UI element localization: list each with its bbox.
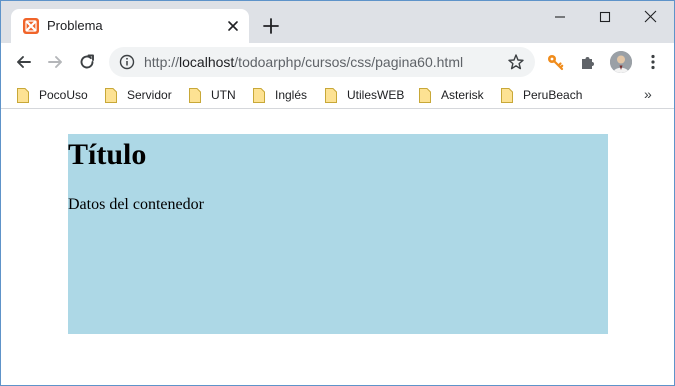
page-viewport: Título Datos del contenedor	[1, 110, 674, 385]
content-container: Título Datos del contenedor	[68, 134, 608, 334]
bookmark-star-icon[interactable]	[507, 53, 525, 71]
bookmark-pocouso[interactable]: PocoUso	[17, 87, 88, 103]
url-prefix: http://	[144, 54, 180, 70]
bookmarks-overflow-icon[interactable]: »	[644, 86, 652, 102]
bookmark-label: Inglés	[275, 88, 308, 102]
folder-icon	[105, 87, 117, 103]
folder-icon	[501, 87, 513, 103]
bookmark-label: UTN	[211, 88, 236, 102]
bookmark-servidor[interactable]: Servidor	[105, 87, 172, 103]
folder-icon	[189, 87, 201, 103]
bookmark-ingles[interactable]: Inglés	[253, 87, 307, 103]
forward-arrow-icon[interactable]	[45, 52, 65, 72]
key-extension-icon[interactable]	[546, 53, 564, 71]
folder-icon	[253, 87, 265, 103]
extensions-puzzle-icon[interactable]	[579, 53, 597, 71]
tab-close-icon[interactable]	[225, 18, 241, 34]
bookmark-utilesweb[interactable]: UtilesWEB	[325, 87, 404, 103]
folder-icon	[17, 87, 29, 103]
new-tab-icon[interactable]	[261, 16, 281, 36]
bookmark-label: Servidor	[127, 88, 172, 102]
bookmark-utn[interactable]: UTN	[189, 87, 236, 103]
url-host: localhost	[179, 54, 235, 70]
bookmarks-bar: PocoUso Servidor UTN Inglés UtilesWEB As…	[1, 81, 674, 109]
url-path: /todoarphp/cursos/css/pagina60.html	[234, 54, 464, 70]
browser-titlebar: Problema	[1, 1, 674, 43]
profile-avatar[interactable]	[610, 51, 632, 73]
address-bar[interactable]: http://localhost/todoarphp/cursos/css/pa…	[109, 47, 535, 77]
reload-icon[interactable]	[77, 52, 97, 72]
site-info-icon[interactable]	[119, 54, 135, 70]
browser-tab[interactable]: Problema	[11, 9, 249, 43]
page-paragraph: Datos del contenedor	[68, 196, 204, 213]
browser-toolbar: http://localhost/todoarphp/cursos/css/pa…	[1, 43, 674, 81]
back-arrow-icon[interactable]	[14, 52, 34, 72]
url-text[interactable]: http://localhost/todoarphp/cursos/css/pa…	[144, 54, 463, 70]
maximize-icon[interactable]	[590, 7, 620, 27]
folder-icon	[325, 87, 337, 103]
tab-title: Problema	[47, 18, 103, 33]
minimize-icon[interactable]	[545, 7, 575, 27]
xampp-icon	[23, 18, 39, 34]
window-close-icon[interactable]	[635, 7, 665, 27]
page-heading: Título	[68, 138, 147, 171]
folder-icon	[419, 87, 431, 103]
bookmark-perubeach[interactable]: PeruBeach	[501, 87, 582, 103]
bookmark-label: Asterisk	[441, 88, 484, 102]
bookmark-label: PocoUso	[39, 88, 88, 102]
bookmark-label: UtilesWEB	[347, 88, 405, 102]
bookmark-asterisk[interactable]: Asterisk	[419, 87, 484, 103]
bookmark-label: PeruBeach	[523, 88, 583, 102]
menu-dots-icon[interactable]	[644, 53, 662, 71]
